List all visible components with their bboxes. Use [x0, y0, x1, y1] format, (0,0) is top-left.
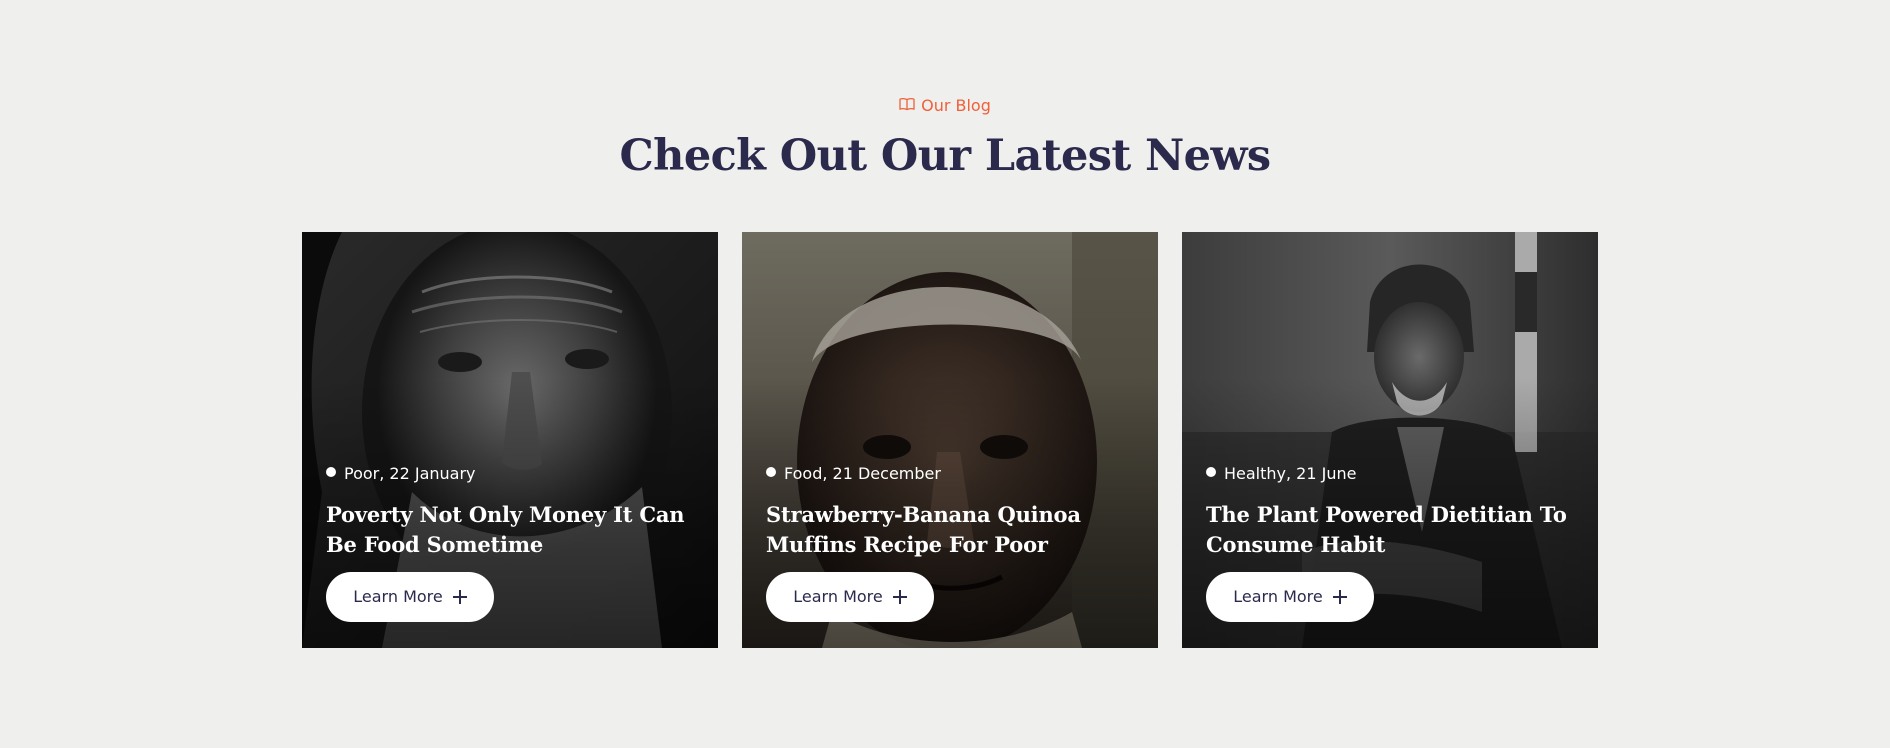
section-eyebrow: Our Blog [899, 94, 991, 118]
card-content: Poor, 22 January Poverty Not Only Money … [326, 464, 694, 622]
open-book-icon [899, 94, 915, 118]
post-meta: Poor, 22 January [326, 464, 694, 484]
button-label: Learn More [793, 587, 883, 606]
section-header: Our Blog Check Out Our Latest News [0, 94, 1890, 182]
learn-more-button[interactable]: Learn More [1206, 572, 1374, 622]
dot-icon [1206, 467, 1216, 477]
learn-more-button[interactable]: Learn More [326, 572, 494, 622]
learn-more-button[interactable]: Learn More [766, 572, 934, 622]
eyebrow-label: Our Blog [921, 96, 991, 115]
blog-card-list: Poor, 22 January Poverty Not Only Money … [302, 232, 1598, 648]
post-meta: Food, 21 December [766, 464, 1134, 484]
card-content: Healthy, 21 June The Plant Powered Dieti… [1206, 464, 1574, 622]
blog-card: Food, 21 December Strawberry-Banana Quin… [742, 232, 1158, 648]
blog-card: Healthy, 21 June The Plant Powered Dieti… [1182, 232, 1598, 648]
card-content: Food, 21 December Strawberry-Banana Quin… [766, 464, 1134, 622]
plus-icon [452, 590, 467, 604]
button-label: Learn More [353, 587, 443, 606]
plus-icon [1332, 590, 1347, 604]
post-title[interactable]: The Plant Powered Dietitian To Consume H… [1206, 500, 1574, 560]
plus-icon [892, 590, 907, 604]
post-meta: Healthy, 21 June [1206, 464, 1574, 484]
post-date: Healthy, 21 June [1224, 464, 1357, 483]
page-title: Check Out Our Latest News [619, 131, 1272, 181]
blog-card: Poor, 22 January Poverty Not Only Money … [302, 232, 718, 648]
post-title[interactable]: Poverty Not Only Money It Can Be Food So… [326, 500, 694, 560]
post-date: Poor, 22 January [344, 464, 476, 483]
button-label: Learn More [1233, 587, 1323, 606]
dot-icon [326, 467, 336, 477]
dot-icon [766, 467, 776, 477]
post-date: Food, 21 December [784, 464, 941, 483]
post-title[interactable]: Strawberry-Banana Quinoa Muffins Recipe … [766, 500, 1134, 560]
